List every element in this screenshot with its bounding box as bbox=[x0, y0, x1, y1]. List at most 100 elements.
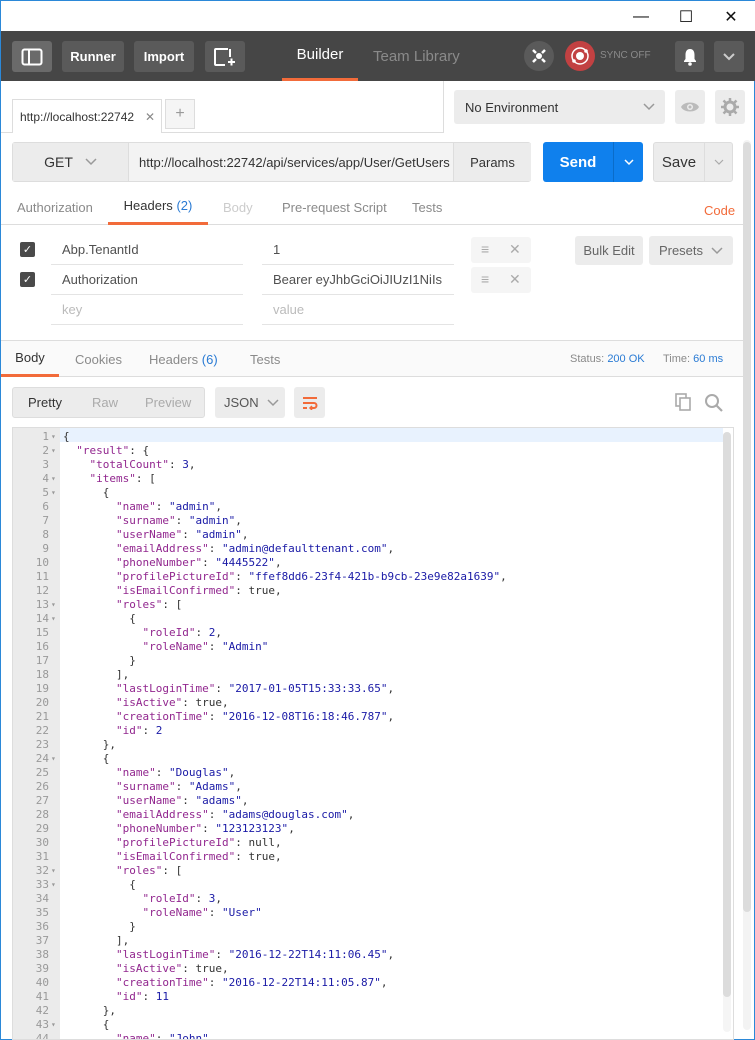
tab-tests[interactable]: Tests bbox=[412, 189, 442, 225]
delete-header-icon[interactable]: ✕ bbox=[509, 241, 521, 258]
format-select[interactable]: JSON bbox=[215, 387, 285, 418]
fold-toggle-icon[interactable]: ▾ bbox=[51, 472, 56, 486]
header-enabled-checkbox[interactable]: ✓ bbox=[20, 272, 35, 287]
code-line: 29 "phoneNumber": "123123123", bbox=[13, 822, 723, 836]
params-button[interactable]: Params bbox=[453, 143, 531, 181]
url-input[interactable]: http://localhost:22742/api/services/app/… bbox=[129, 143, 463, 181]
code-text: "profilePictureId": "ffef8dd6-23f4-421b-… bbox=[115, 570, 507, 583]
save-button[interactable]: Save bbox=[653, 142, 733, 182]
wrap-lines-button[interactable] bbox=[294, 387, 325, 418]
line-number: 5 bbox=[42, 486, 49, 499]
bulk-edit-button[interactable]: Bulk Edit bbox=[575, 236, 643, 265]
tab-headers[interactable]: Headers (2) bbox=[108, 189, 208, 225]
header-row-actions: ≡ ✕ bbox=[471, 267, 531, 293]
view-preview-button[interactable]: Preview bbox=[145, 388, 191, 417]
environment-select[interactable]: No Environment bbox=[454, 90, 665, 124]
copy-response-button[interactable] bbox=[675, 393, 693, 414]
send-button[interactable]: Send bbox=[543, 142, 643, 182]
tab-prerequest-script[interactable]: Pre-request Script bbox=[282, 189, 387, 225]
response-body-editor[interactable]: 1 ▾{2 ▾ "result": {3 "totalCount": 3, 4 ▾ "i… bbox=[12, 427, 734, 1040]
header-key-input[interactable]: Abp.TenantId bbox=[51, 235, 243, 265]
code-text: { bbox=[129, 878, 136, 891]
tab-team-library[interactable]: Team Library bbox=[373, 31, 460, 81]
sync-button[interactable] bbox=[565, 41, 595, 71]
tab-headers-label: Headers bbox=[123, 198, 173, 213]
tab-builder[interactable]: Builder bbox=[282, 31, 358, 81]
code-text: "isEmailConfirmed": true, bbox=[115, 584, 282, 597]
delete-header-icon[interactable]: ✕ bbox=[509, 271, 521, 288]
tab-response-body[interactable]: Body bbox=[1, 341, 59, 377]
line-number: 25 bbox=[35, 766, 49, 779]
close-tab-icon[interactable]: ✕ bbox=[145, 110, 155, 124]
code-line: 35 "roleName": "User" bbox=[13, 906, 723, 920]
notifications-button[interactable] bbox=[675, 41, 704, 72]
response-headers-count-badge: (6) bbox=[201, 351, 218, 367]
code-text: "creationTime": "2016-12-22T14:11:05.87"… bbox=[115, 976, 388, 989]
import-button[interactable]: Import bbox=[134, 41, 194, 72]
bell-icon bbox=[683, 48, 696, 66]
close-window-button[interactable]: ✕ bbox=[708, 1, 754, 32]
code-text: "lastLoginTime": "2016-12-22T14:11:06.45… bbox=[115, 948, 395, 961]
fold-toggle-icon[interactable]: ▾ bbox=[51, 878, 56, 892]
fold-toggle-icon[interactable]: ▾ bbox=[51, 864, 56, 878]
drag-handle-icon[interactable]: ≡ bbox=[481, 271, 489, 287]
fold-toggle-icon[interactable]: ▾ bbox=[51, 598, 56, 612]
search-response-button[interactable] bbox=[704, 393, 723, 415]
drag-handle-icon[interactable]: ≡ bbox=[481, 241, 489, 257]
line-number: 2 bbox=[42, 444, 49, 457]
code-line: 31 "isEmailConfirmed": true, bbox=[13, 850, 723, 864]
fold-toggle-icon[interactable]: ▾ bbox=[51, 612, 56, 626]
presets-label: Presets bbox=[658, 243, 704, 258]
line-number: 41 bbox=[35, 990, 49, 1003]
request-tab-label: http://localhost:22742 bbox=[20, 109, 135, 124]
tab-response-tests[interactable]: Tests bbox=[250, 341, 280, 377]
code-line: 44 "name": "John" bbox=[13, 1032, 723, 1039]
fold-toggle-icon[interactable]: ▾ bbox=[51, 444, 56, 458]
view-pretty-button[interactable]: Pretty bbox=[28, 388, 62, 417]
sync-icon bbox=[571, 47, 589, 65]
manage-environments-button[interactable] bbox=[715, 90, 745, 124]
send-dropdown-button[interactable] bbox=[613, 142, 643, 182]
tab-authorization[interactable]: Authorization bbox=[17, 189, 93, 225]
fold-toggle-icon[interactable]: ▾ bbox=[51, 486, 56, 500]
page-scrollbar-thumb[interactable] bbox=[743, 142, 751, 912]
maximize-button[interactable]: ☐ bbox=[663, 1, 709, 32]
line-number: 33 bbox=[35, 878, 49, 891]
code-line: 1 ▾ { bbox=[13, 430, 723, 444]
interceptor-button[interactable] bbox=[524, 41, 554, 71]
add-tab-button[interactable]: + bbox=[165, 99, 195, 129]
new-header-value-input[interactable]: value bbox=[262, 295, 454, 325]
code-line: 2 ▾ "result": { bbox=[13, 444, 723, 458]
request-tab[interactable]: http://localhost:22742 ✕ bbox=[12, 99, 162, 133]
presets-button[interactable]: Presets bbox=[649, 236, 733, 265]
editor-scrollbar-thumb[interactable] bbox=[723, 432, 731, 997]
header-enabled-checkbox[interactable]: ✓ bbox=[20, 242, 35, 257]
search-icon bbox=[705, 394, 723, 412]
new-tab-button[interactable] bbox=[205, 41, 245, 72]
sidebar-toggle-button[interactable] bbox=[12, 41, 52, 72]
fold-toggle-icon[interactable]: ▾ bbox=[51, 1018, 56, 1032]
account-dropdown-button[interactable] bbox=[714, 41, 744, 72]
code-text: "surname": "admin", bbox=[115, 514, 242, 527]
header-value-input[interactable]: 1 bbox=[262, 235, 454, 265]
code-line: 15 "roleId": 2, bbox=[13, 626, 723, 640]
view-raw-button[interactable]: Raw bbox=[92, 388, 118, 417]
save-dropdown-button[interactable] bbox=[704, 143, 733, 181]
fold-toggle-icon[interactable]: ▾ bbox=[51, 430, 56, 444]
method-select[interactable]: GET bbox=[13, 143, 129, 181]
copy-icon bbox=[675, 393, 691, 411]
minimize-button[interactable]: — bbox=[618, 1, 664, 32]
environment-quick-look-button[interactable] bbox=[675, 90, 705, 124]
tab-response-cookies[interactable]: Cookies bbox=[75, 341, 122, 377]
code-link[interactable]: Code bbox=[704, 192, 735, 228]
header-key-input[interactable]: Authorization bbox=[51, 265, 243, 295]
fold-toggle-icon[interactable]: ▾ bbox=[51, 752, 56, 766]
tab-body[interactable]: Body bbox=[223, 189, 253, 225]
line-number: 36 bbox=[35, 920, 49, 933]
line-number: 1 bbox=[42, 430, 49, 443]
tab-response-headers[interactable]: Headers (6) bbox=[149, 341, 218, 377]
runner-button[interactable]: Runner bbox=[62, 41, 124, 72]
code-line: 38 "lastLoginTime": "2016-12-22T14:11:06… bbox=[13, 948, 723, 962]
new-header-key-input[interactable]: key bbox=[51, 295, 243, 325]
header-value-input[interactable]: Bearer eyJhbGciOiJIUzI1NiIs bbox=[262, 265, 454, 295]
